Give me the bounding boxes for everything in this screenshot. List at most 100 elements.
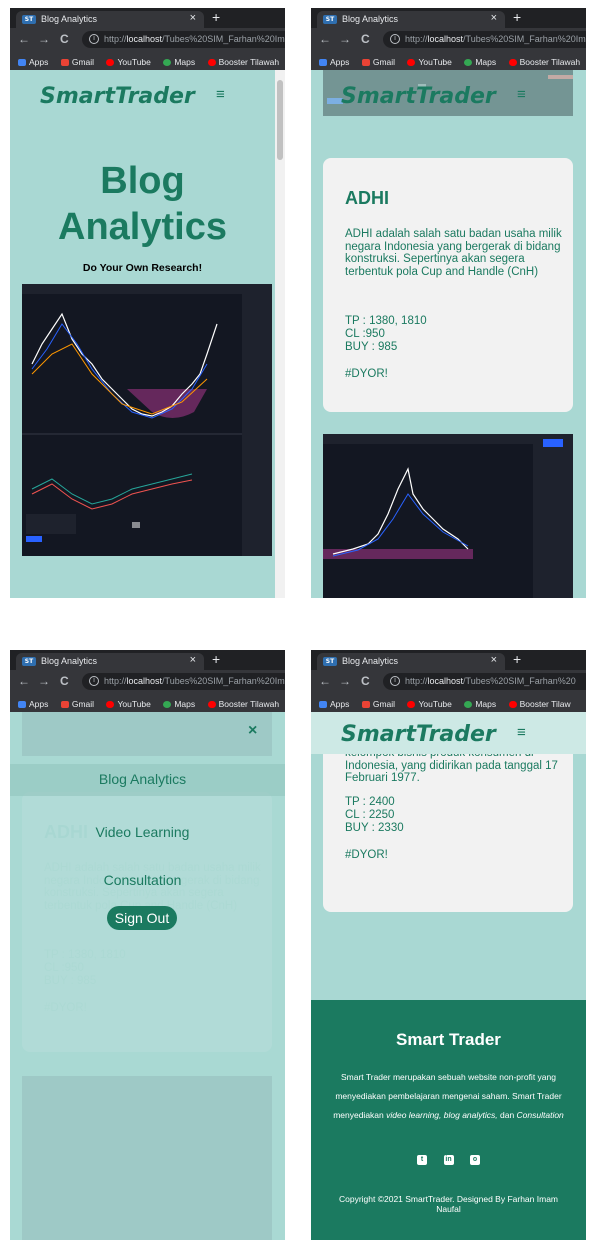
browser-toolbar: ← → C i http://localhost/Tubes%20SIM_Far…: [311, 28, 586, 52]
url-text: http://localhost/Tubes%20SIM_Farhan%20Im: [405, 34, 586, 44]
hero-title-line2: Analytics: [58, 206, 227, 248]
menu-item-blog-analytics[interactable]: Blog Analytics: [10, 771, 275, 787]
back-icon[interactable]: ←: [18, 674, 30, 688]
linkedin-icon[interactable]: in: [443, 1155, 454, 1165]
menu-item-video-learning[interactable]: Video Learning: [10, 824, 275, 840]
bookmark-apps[interactable]: Apps: [18, 53, 48, 70]
bookmark-maps[interactable]: Maps: [464, 53, 496, 70]
sticky-header: SmartTrader ≡: [311, 712, 586, 754]
site-info-icon[interactable]: i: [390, 676, 400, 686]
page-scrollbar[interactable]: [275, 70, 285, 598]
brand-logo[interactable]: SmartTrader: [341, 84, 496, 109]
screenshot-mobile-menu: ST Blog Analytics × + ← → C i http://loc…: [10, 650, 285, 1240]
sign-out-button[interactable]: Sign Out: [107, 906, 177, 930]
address-bar[interactable]: i http://localhost/Tubes%20SIM_Farhan%20: [383, 673, 586, 690]
address-bar[interactable]: i http://localhost/Tubes%20SIM_Farhan%20…: [82, 31, 285, 48]
twitter-icon[interactable]: t: [417, 1155, 428, 1165]
site-favicon: ST: [22, 15, 36, 24]
url-text: http://localhost/Tubes%20SIM_Farhan%20: [405, 676, 576, 686]
bookmark-maps[interactable]: Maps: [464, 695, 496, 712]
bookmark-youtube[interactable]: YouTube: [106, 53, 151, 70]
bookmarks-bar: Apps Gmail YouTube Maps Booster Tilawah: [10, 694, 285, 712]
reload-icon[interactable]: C: [60, 32, 69, 46]
hamburger-menu-icon[interactable]: ≡: [517, 86, 526, 103]
tab-title: Blog Analytics: [41, 656, 98, 666]
page-viewport[interactable]: SmartTrader ≡ Blog Analytics Do Your Own…: [10, 70, 285, 598]
bookmark-apps[interactable]: Apps: [18, 695, 48, 712]
address-bar[interactable]: i http://localhost/Tubes%20SIM_Farhan%20…: [383, 31, 586, 48]
forward-icon[interactable]: →: [339, 32, 351, 46]
post-buy: BUY : 985: [345, 341, 398, 353]
bookmark-booster[interactable]: Booster Tilawah: [207, 53, 279, 70]
bookmark-booster[interactable]: Booster Tilaw: [508, 695, 571, 712]
site-info-icon[interactable]: i: [89, 676, 99, 686]
close-tab-icon[interactable]: ×: [491, 12, 497, 24]
bookmark-maps[interactable]: Maps: [163, 695, 195, 712]
forward-icon[interactable]: →: [38, 32, 50, 46]
hamburger-menu-icon[interactable]: ≡: [517, 724, 526, 741]
forward-icon[interactable]: →: [38, 674, 50, 688]
bookmark-booster[interactable]: Booster Tilawah: [508, 53, 580, 70]
new-tab-icon[interactable]: +: [212, 651, 220, 667]
site-info-icon[interactable]: i: [89, 34, 99, 44]
close-menu-icon[interactable]: ×: [248, 722, 257, 740]
bookmark-gmail[interactable]: Gmail: [361, 53, 395, 70]
back-icon[interactable]: ←: [18, 32, 30, 46]
new-tab-icon[interactable]: +: [212, 9, 220, 25]
site-info-icon[interactable]: i: [390, 34, 400, 44]
bookmark-booster[interactable]: Booster Tilawah: [207, 695, 279, 712]
menu-item-consultation[interactable]: Consultation: [10, 872, 275, 888]
page-viewport[interactable]: SmartTrader ≡ ADHI ADHI adalah salah sat…: [311, 70, 586, 598]
tab-strip: ST Blog Analytics × +: [311, 650, 586, 670]
instagram-icon[interactable]: o: [469, 1155, 480, 1165]
bookmark-youtube[interactable]: YouTube: [106, 695, 151, 712]
back-icon[interactable]: ←: [319, 32, 331, 46]
bookmark-gmail[interactable]: Gmail: [60, 53, 94, 70]
browser-tab[interactable]: ST Blog Analytics ×: [16, 11, 204, 28]
reload-icon[interactable]: C: [60, 674, 69, 688]
back-icon[interactable]: ←: [319, 674, 331, 688]
close-tab-icon[interactable]: ×: [190, 12, 196, 24]
copyright: Copyright ©2021 SmartTrader. Designed By…: [338, 1194, 559, 1214]
adhi-chart-image: [22, 284, 272, 556]
sticky-header: SmartTrader ≡: [311, 70, 586, 120]
page-viewport[interactable]: ADHI ADHI adalah salah satu badan usaha …: [10, 712, 285, 1240]
browser-tab[interactable]: ST Blog Analytics ×: [317, 11, 505, 28]
browser-tab[interactable]: ST Blog Analytics ×: [317, 653, 505, 670]
hamburger-menu-icon[interactable]: ≡: [216, 86, 225, 103]
post-tp: TP : 1380, 1810: [345, 315, 427, 327]
brand-logo[interactable]: SmartTrader: [341, 722, 496, 747]
adhi-post-card: ADHI ADHI adalah salah satu badan usaha …: [323, 158, 573, 412]
bookmark-apps[interactable]: Apps: [319, 53, 349, 70]
browser-tab[interactable]: ST Blog Analytics ×: [16, 653, 204, 670]
tab-strip: ST Blog Analytics × +: [311, 8, 586, 28]
reload-icon[interactable]: C: [361, 32, 370, 46]
brand-logo[interactable]: SmartTrader: [40, 84, 195, 109]
address-bar[interactable]: i http://localhost/Tubes%20SIM_Farhan%20…: [82, 673, 285, 690]
reload-icon[interactable]: C: [361, 674, 370, 688]
bookmark-gmail[interactable]: Gmail: [60, 695, 94, 712]
post-description: ADHI adalah salah satu badan usaha milik…: [345, 228, 562, 278]
bookmarks-bar: Apps Gmail YouTube Maps Booster Tilawah: [10, 52, 285, 70]
new-tab-icon[interactable]: +: [513, 651, 521, 667]
close-tab-icon[interactable]: ×: [491, 654, 497, 666]
bookmark-youtube[interactable]: YouTube: [407, 53, 452, 70]
bookmark-maps[interactable]: Maps: [163, 53, 195, 70]
bookmark-gmail[interactable]: Gmail: [361, 695, 395, 712]
browser-toolbar: ← → C i http://localhost/Tubes%20SIM_Far…: [10, 28, 285, 52]
bookmark-apps[interactable]: Apps: [319, 695, 349, 712]
tab-title: Blog Analytics: [342, 656, 399, 666]
post-cl: CL :950: [345, 328, 385, 340]
new-tab-icon[interactable]: +: [513, 9, 521, 25]
bookmark-youtube[interactable]: YouTube: [407, 695, 452, 712]
site-favicon: ST: [22, 657, 36, 666]
myor-chart-image: [323, 434, 573, 598]
page-viewport[interactable]: PT Mayora Indah Tbk atau Mayora Indah se…: [311, 712, 586, 1240]
screenshot-myor-footer: ST Blog Analytics × + ← → C i http://loc…: [311, 650, 586, 1240]
forward-icon[interactable]: →: [339, 674, 351, 688]
footer-title: Smart Trader: [396, 1030, 501, 1049]
screenshot-adhi-post: ST Blog Analytics × + ← → C i http://loc…: [311, 8, 586, 598]
scrollbar-thumb[interactable]: [277, 80, 283, 160]
close-tab-icon[interactable]: ×: [190, 654, 196, 666]
site-favicon: ST: [323, 657, 337, 666]
